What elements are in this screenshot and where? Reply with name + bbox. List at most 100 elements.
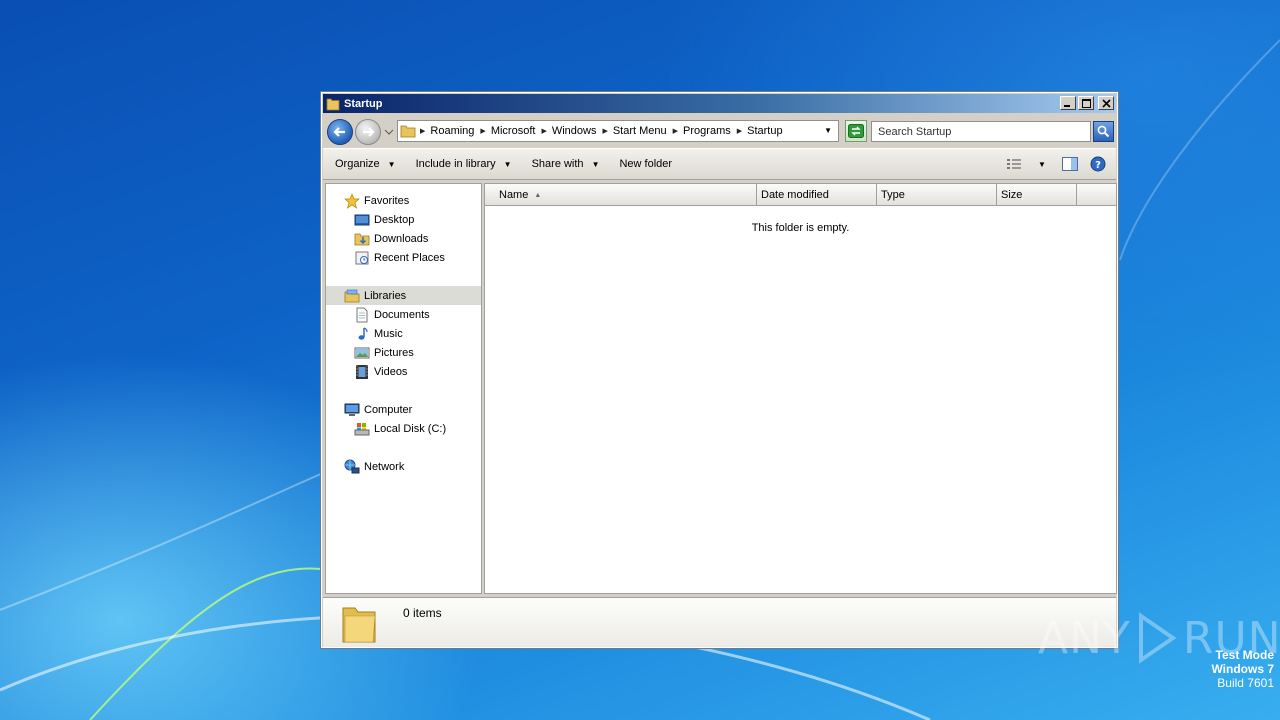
nav-label: Network [364, 460, 405, 473]
libraries-icon [344, 289, 360, 302]
nav-item-documents[interactable]: Documents [326, 305, 481, 324]
view-options-dropdown[interactable]: ▼ [1032, 155, 1052, 173]
nav-label: Desktop [374, 213, 415, 226]
organize-label: Organize [335, 158, 380, 170]
chevron-down-icon: ▼ [591, 159, 600, 169]
organize-menu[interactable]: Organize ▼ [335, 158, 396, 170]
nav-item-pictures[interactable]: Pictures [326, 343, 481, 362]
documents-icon [356, 307, 368, 322]
share-with-menu[interactable]: Share with ▼ [532, 158, 600, 170]
minimize-icon [1064, 105, 1070, 107]
close-button[interactable] [1098, 96, 1114, 110]
nav-label: Favorites [364, 194, 410, 207]
sort-ascending-icon: ▲ [534, 191, 542, 199]
nav-item-downloads[interactable]: Downloads [326, 229, 481, 248]
breadcrumb-item[interactable]: ▶ Start Menu [602, 125, 666, 137]
nav-label: Pictures [374, 346, 414, 359]
watermark-text-left: ANY [1038, 612, 1131, 664]
share-with-label: Share with [531, 158, 584, 170]
network-icon [344, 459, 360, 473]
breadcrumb-item[interactable]: ▶ Roaming [420, 125, 474, 137]
nav-label: Computer [364, 403, 413, 416]
title-bar[interactable]: Startup [323, 94, 1116, 113]
nav-label: Downloads [374, 232, 429, 245]
minimize-button[interactable] [1060, 96, 1076, 110]
chevron-down-icon: ▼ [387, 159, 396, 169]
details-pane: 0 items [323, 597, 1116, 647]
address-bar[interactable]: ▶ Roaming ▶ Microsoft ▶ Windows ▶ Start Menu… [397, 120, 839, 142]
build-label: Build 7601 [1217, 676, 1274, 690]
refresh-icon [848, 124, 864, 138]
nav-label: Documents [374, 308, 430, 321]
command-bar: Organize ▼ Include in library ▼ Share wi… [323, 148, 1116, 180]
star-icon [344, 192, 360, 209]
address-row: ▶ Roaming ▶ Microsoft ▶ Windows ▶ Start Menu… [325, 116, 1114, 146]
os-name-label: Windows 7 [1211, 662, 1274, 676]
item-count: 0 items [403, 606, 442, 620]
preview-pane-icon [1062, 157, 1078, 171]
pictures-icon [354, 347, 370, 358]
music-icon [358, 326, 368, 340]
folder-icon [326, 98, 340, 110]
column-label: Name [499, 189, 529, 201]
videos-icon [356, 364, 368, 379]
nav-item-videos[interactable]: Videos [326, 362, 481, 381]
new-folder-label: New folder [619, 158, 673, 170]
breadcrumb-item[interactable]: ▶ Programs [673, 125, 731, 137]
include-in-library-label: Include in library [415, 158, 496, 170]
maximize-button[interactable] [1078, 96, 1094, 110]
maximize-icon [1081, 98, 1091, 108]
empty-folder-message: This folder is empty. [751, 222, 850, 234]
column-label: Date modified [761, 189, 829, 201]
breadcrumb-item[interactable]: ▶ Windows [541, 125, 596, 137]
recent-pages-chevron-icon[interactable] [383, 126, 395, 138]
column-header-row: Name ▲ Date modified Type Size [485, 184, 1116, 206]
include-in-library-menu[interactable]: Include in library ▼ [416, 158, 512, 170]
help-button[interactable]: ? [1088, 155, 1108, 173]
nav-label: Videos [374, 365, 408, 378]
nav-item-libraries[interactable]: Libraries [326, 286, 481, 305]
column-header-size[interactable]: Size [997, 184, 1077, 206]
nav-item-network[interactable]: Network [326, 457, 481, 476]
preview-pane-button[interactable] [1060, 155, 1080, 173]
back-button[interactable] [327, 119, 353, 145]
breadcrumb-item[interactable]: ▶ Startup [737, 125, 783, 137]
chevron-down-icon: ▼ [1038, 159, 1046, 169]
close-icon [1101, 98, 1111, 108]
details-view-icon [1007, 159, 1021, 169]
chevron-down-icon: ▼ [503, 159, 512, 169]
nav-item-computer[interactable]: Computer [326, 400, 481, 419]
nav-item-recent-places[interactable]: Recent Places [326, 248, 481, 267]
forward-button[interactable] [355, 119, 381, 145]
new-folder-button[interactable]: New folder [619, 158, 672, 170]
search-button[interactable] [1093, 121, 1114, 142]
breadcrumb-item[interactable]: ▶ Microsoft [480, 125, 535, 137]
help-icon: ? [1090, 156, 1106, 172]
column-label: Size [1001, 189, 1023, 201]
column-header-name[interactable]: Name ▲ [485, 184, 757, 206]
folder-icon [400, 125, 416, 138]
search-placeholder: Search Startup [878, 125, 952, 138]
desktop-icon [354, 214, 370, 225]
nav-label: Local Disk (C:) [374, 422, 447, 435]
arrow-left-icon [333, 127, 345, 137]
file-list-pane[interactable]: Name ▲ Date modified Type Size This fold… [484, 183, 1117, 594]
address-dropdown-icon[interactable]: ▼ [824, 126, 832, 135]
test-mode-notice: Test Mode Windows 7 Build 7601 [1211, 648, 1274, 690]
column-header-date-modified[interactable]: Date modified [757, 184, 877, 206]
search-icon [1097, 125, 1110, 138]
nav-item-favorites[interactable]: Favorites [326, 191, 481, 210]
nav-item-desktop[interactable]: Desktop [326, 210, 481, 229]
arrow-right-icon [363, 127, 375, 137]
nav-item-local-disk[interactable]: Local Disk (C:) [326, 419, 481, 438]
search-input[interactable]: Search Startup [871, 121, 1091, 142]
refresh-button[interactable] [845, 120, 867, 142]
test-mode-label: Test Mode [1215, 648, 1274, 662]
navigation-pane: Favorites Desktop Downloads Recent Place… [325, 183, 482, 594]
local-disk-icon [354, 422, 370, 435]
change-view-button[interactable] [1004, 155, 1024, 173]
nav-label: Music [374, 327, 403, 340]
downloads-folder-icon [354, 233, 370, 245]
nav-item-music[interactable]: Music [326, 324, 481, 343]
column-header-type[interactable]: Type [877, 184, 997, 206]
